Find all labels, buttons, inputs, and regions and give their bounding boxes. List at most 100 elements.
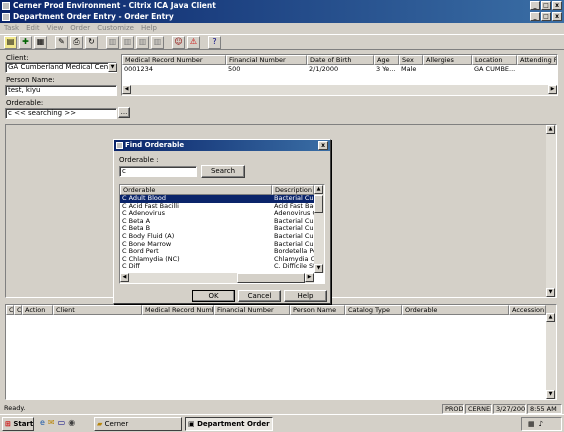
multi-order-icon[interactable]: ▦ [34,35,47,49]
col-mrn[interactable]: Medical Record Number [122,55,226,65]
orderable-name: C Diff [122,263,140,271]
help-icon[interactable]: ? [208,35,221,49]
dialog-scroll-right-icon[interactable]: ▶ [305,273,314,282]
app-icon [2,13,10,21]
scroll-up-icon[interactable]: ▲ [546,125,555,134]
cell-sex: Male [401,65,417,73]
task-cerner-label: Cerner [104,420,129,428]
col-person-name[interactable]: Person Name [290,305,345,315]
client-select[interactable]: GA Cumberland Medical Center [5,62,117,73]
grid1-icon[interactable]: ▥ [106,35,119,49]
col-c2[interactable]: C [14,305,22,315]
media-icon[interactable]: ◉ [68,418,75,427]
person-grid-row[interactable]: 0001234 500 2/1/2000 3 Ye... Male GA CUM… [122,65,557,73]
order-grid-vscroll[interactable]: ▲ ▼ [546,313,556,399]
col-orderable[interactable]: Orderable [402,305,509,315]
orderable-browse-button[interactable]: ... [118,107,130,118]
details-vscroll[interactable]: ▲ ▼ [546,125,556,297]
dialog-scroll-left-icon[interactable]: ◀ [120,273,129,282]
dialog-close-button[interactable]: x [318,141,328,150]
orderable-row[interactable]: C Diff C. Difficile Stoo [120,263,324,271]
print-icon[interactable]: ⎙ [70,35,83,49]
person-grid-hscroll[interactable]: ◀ ▶ [122,85,557,95]
col-fin[interactable]: Financial Number [226,55,307,65]
col-action[interactable]: Action [22,305,53,315]
grid4-icon[interactable]: ▥ [151,35,164,49]
orderable-row[interactable]: C Adult Blood Bacterial Cultu [120,195,324,203]
col-location[interactable]: Location [472,55,517,65]
orderable-row[interactable]: C Bord Pert Bordetella Pert [120,248,324,256]
dialog-vscroll[interactable]: ▲ ▼ [314,185,324,273]
menu-customize[interactable]: Customize [97,23,134,33]
orderable-row[interactable]: C Bone Marrow Bacterial Cultu [120,241,324,249]
menu-edit[interactable]: Edit [26,23,40,33]
orderable-row[interactable]: C Body Fluid (A) Bacterial Cultu [120,233,324,241]
close-button[interactable]: x [552,1,562,10]
dialog-hscroll[interactable]: ◀ ▶ [120,273,314,283]
orderable-row[interactable]: C Beta A Bacterial Cultu [120,218,324,226]
dialog-scroll-thumb[interactable] [314,195,323,213]
maximize-button[interactable]: □ [541,1,551,10]
col-catalog-type[interactable]: Catalog Type [345,305,402,315]
start-button[interactable]: ⊞ Start [2,417,34,431]
cell-fin: 500 [228,65,241,73]
dialog-search-button[interactable]: Search [201,165,245,178]
menu-view[interactable]: View [47,23,64,33]
col-order-fin[interactable]: Financial Number [214,305,290,315]
menu-help[interactable]: Help [141,23,157,33]
app-minimize-button[interactable]: _ [530,12,540,21]
alert-icon[interactable]: ⚠ [187,35,200,49]
person-icon[interactable]: ☺ [172,35,185,49]
sign-icon[interactable]: ✎ [55,35,68,49]
new-order-icon[interactable]: ✚ [19,35,32,49]
volume-icon[interactable]: ♪ [539,420,543,428]
dialog-scroll-up-icon[interactable]: ▲ [314,185,323,194]
person-name-field[interactable]: test, kiyu [5,85,117,96]
order-scroll-down-icon[interactable]: ▼ [546,390,555,399]
scroll-right-icon[interactable]: ▶ [548,85,557,94]
desktop-icon[interactable]: ▭ [58,418,66,427]
col-allergies[interactable]: Allergies [423,55,472,65]
col-age[interactable]: Age [374,55,399,65]
menu-order[interactable]: Order [70,23,90,33]
col-order-mrn[interactable]: Medical Record Number [142,305,214,315]
col-c1[interactable]: C [6,305,14,315]
order-scroll-up-icon[interactable]: ▲ [546,313,555,322]
chevron-down-icon[interactable]: ▼ [108,63,117,72]
dialog-list-header: Orderable Description [120,185,324,195]
refresh-icon[interactable]: ↻ [85,35,98,49]
outlook-icon[interactable]: ✉ [48,418,55,427]
status-env: PROD [442,404,464,414]
col-accession[interactable]: Accession [509,305,546,315]
orderable-row[interactable]: C Acid Fast Bacilli Acid Fast Bacil [120,203,324,211]
col-sex[interactable]: Sex [399,55,423,65]
col-attending[interactable]: Attending Phy [517,55,557,65]
network-icon[interactable]: ▦ [528,420,535,428]
dialog-search-field[interactable]: c [119,166,197,177]
dialog-ok-button[interactable]: OK [192,290,235,302]
col-client[interactable]: Client [53,305,142,315]
grid2-icon[interactable]: ▥ [121,35,134,49]
dialog-col-orderable[interactable]: Orderable [120,185,272,195]
dialog-help-button[interactable]: Help [284,290,327,302]
scroll-left-icon[interactable]: ◀ [122,85,131,94]
orderable-field[interactable]: c << searching >> [5,108,117,119]
orderable-row[interactable]: C Beta B Bacterial Cultu [120,225,324,233]
minimize-button[interactable]: _ [530,1,540,10]
grid3-icon[interactable]: ▥ [136,35,149,49]
dialog-hscroll-thumb[interactable] [236,273,306,283]
dialog-col-description[interactable]: Description [272,185,314,195]
dialog-scroll-down-icon[interactable]: ▼ [314,264,323,273]
scroll-down-icon[interactable]: ▼ [546,288,555,297]
orderable-row[interactable]: C Chlamydia (NC)Chlamydia Cultu [120,256,324,264]
col-dob[interactable]: Date of Birth [307,55,374,65]
task-order-entry[interactable]: ▣ Department Order Ent... [185,417,273,431]
menu-task[interactable]: Task [4,23,19,33]
orderable-row[interactable]: C Adenovirus Adenovirus Cul [120,210,324,218]
app-maximize-button[interactable]: □ [541,12,551,21]
open-icon[interactable]: ▤ [4,35,17,49]
app-close-button[interactable]: x [552,12,562,21]
dialog-cancel-button[interactable]: Cancel [238,290,281,302]
ie-icon[interactable]: e [40,418,45,427]
task-cerner[interactable]: ▰ Cerner [94,417,182,431]
